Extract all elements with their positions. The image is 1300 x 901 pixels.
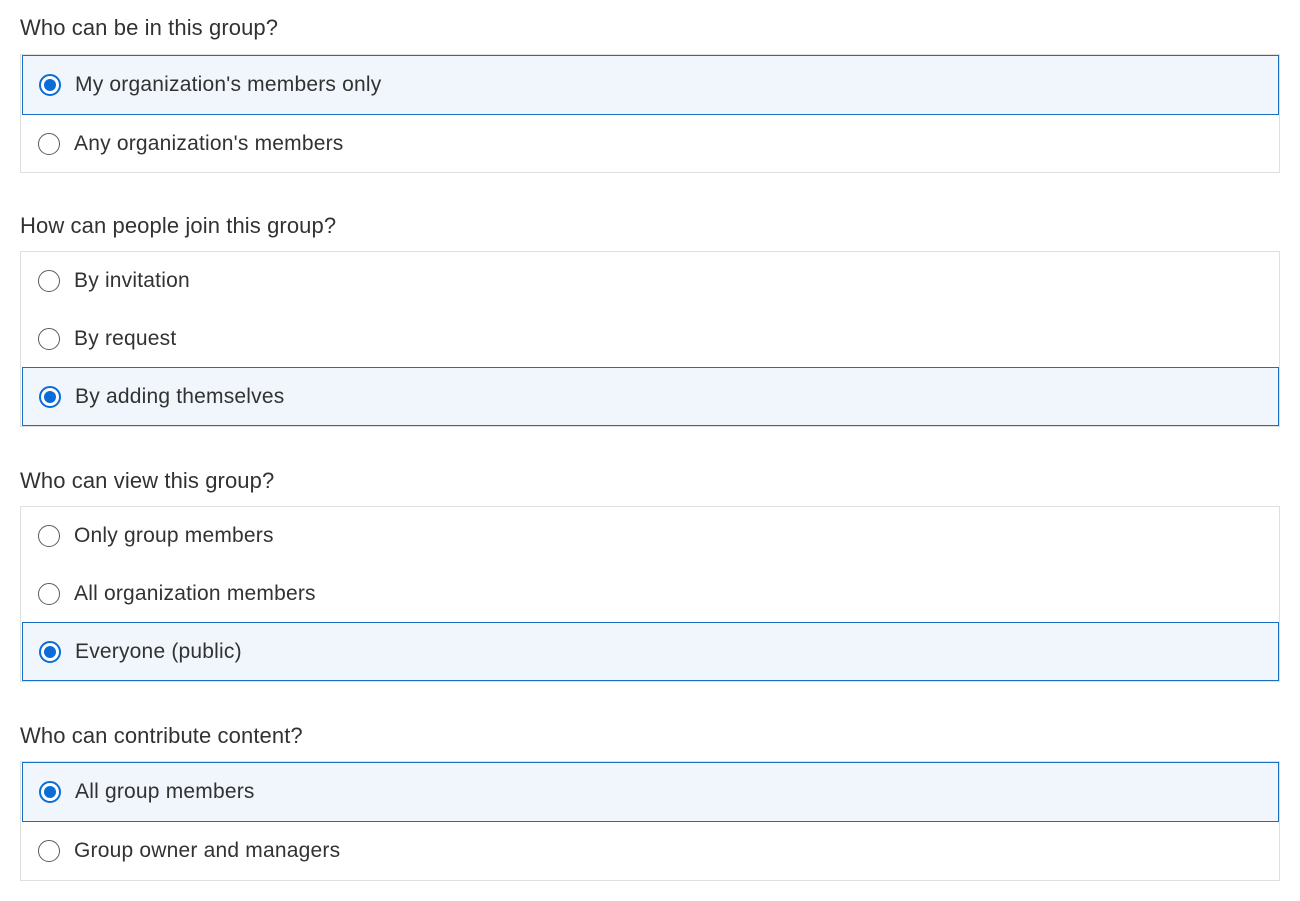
radio-button-icon[interactable] <box>39 385 61 408</box>
join-radio-group: By invitation By request By adding thems… <box>20 251 1280 427</box>
visibility-section: Who can view this group? Only group memb… <box>20 467 1280 682</box>
radio-label: All group members <box>75 780 255 803</box>
radio-label: By request <box>74 326 177 350</box>
radio-label: Everyone (public) <box>75 639 242 663</box>
join-section: How can people join this group? By invit… <box>20 212 1280 427</box>
radio-option-by-invitation[interactable]: By invitation <box>21 252 1279 310</box>
radio-label: By adding themselves <box>75 384 285 408</box>
radio-label: By invitation <box>74 269 190 292</box>
visibility-heading: Who can view this group? <box>20 468 275 493</box>
radio-option-all-org-members[interactable]: All organization members <box>21 565 1279 622</box>
join-heading: How can people join this group? <box>20 213 337 238</box>
radio-button-icon[interactable] <box>39 640 61 663</box>
contribute-heading: Who can contribute content? <box>20 723 303 748</box>
radio-option-group-owner-managers[interactable]: Group owner and managers <box>21 822 1279 880</box>
radio-label: Only group members <box>74 524 274 547</box>
radio-button-icon[interactable] <box>38 840 60 862</box>
radio-button-icon[interactable] <box>38 582 60 605</box>
radio-label: All organization members <box>74 581 316 605</box>
radio-option-my-org-members[interactable]: My organization's members only <box>22 55 1279 115</box>
radio-option-any-org-members[interactable]: Any organization's members <box>21 115 1279 172</box>
radio-label: Any organization's members <box>74 131 344 155</box>
radio-button-icon[interactable] <box>39 74 61 96</box>
visibility-radio-group: Only group members All organization memb… <box>20 506 1280 682</box>
membership-heading: Who can be in this group? <box>20 15 279 40</box>
radio-button-icon[interactable] <box>38 525 60 547</box>
membership-radio-group: My organization's members only Any organ… <box>20 54 1280 173</box>
radio-option-by-request[interactable]: By request <box>21 310 1279 367</box>
radio-option-by-adding-themselves[interactable]: By adding themselves <box>22 367 1279 426</box>
contribute-radio-group: All group members Group owner and manage… <box>20 761 1280 881</box>
radio-button-icon[interactable] <box>38 327 60 350</box>
radio-option-only-group-members[interactable]: Only group members <box>21 507 1279 565</box>
radio-button-icon[interactable] <box>38 270 60 292</box>
radio-option-everyone-public[interactable]: Everyone (public) <box>22 622 1279 681</box>
radio-label: My organization's members only <box>75 73 382 96</box>
contribute-section: Who can contribute content? All group me… <box>20 722 1280 881</box>
membership-section: Who can be in this group? My organizatio… <box>20 14 1280 173</box>
radio-option-all-group-members[interactable]: All group members <box>22 762 1279 822</box>
radio-label: Group owner and managers <box>74 839 341 862</box>
radio-button-icon[interactable] <box>39 781 61 803</box>
radio-button-icon[interactable] <box>38 132 60 155</box>
